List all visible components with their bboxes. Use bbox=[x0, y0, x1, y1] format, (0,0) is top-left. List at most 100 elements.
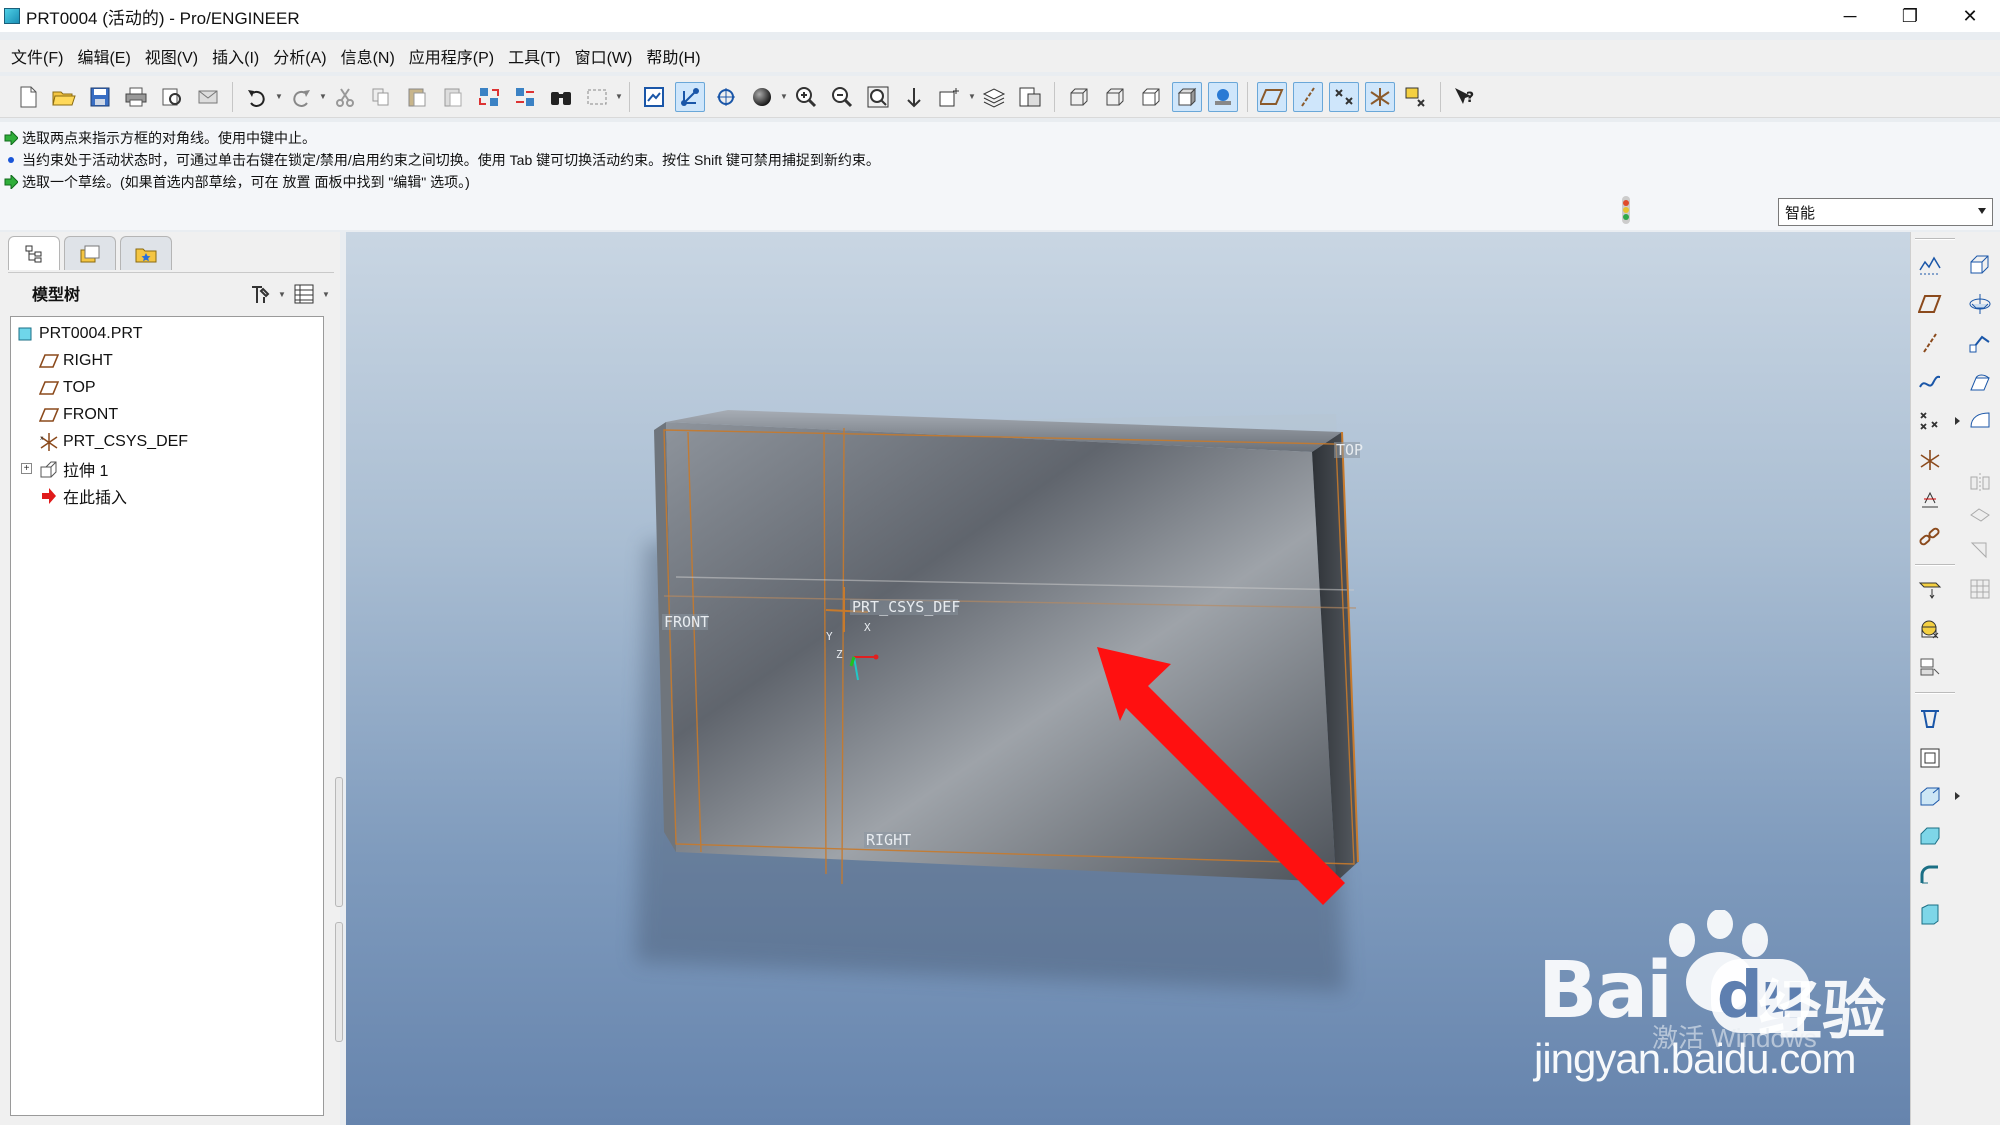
layers-icon[interactable] bbox=[979, 82, 1009, 112]
tab-model-tree[interactable] bbox=[8, 236, 60, 270]
repaint-icon[interactable] bbox=[639, 82, 669, 112]
tab-favorites[interactable] bbox=[120, 236, 172, 270]
tree-settings-dropdown-icon[interactable]: ▼ bbox=[278, 282, 286, 306]
send-mail-icon[interactable] bbox=[193, 82, 223, 112]
reorient-icon[interactable] bbox=[899, 82, 929, 112]
orient-mode-icon[interactable] bbox=[711, 82, 741, 112]
chain-tool-icon[interactable] bbox=[1915, 522, 1945, 552]
regeneration-manager-icon[interactable] bbox=[510, 82, 540, 112]
thicken-tool-icon[interactable] bbox=[1915, 743, 1945, 773]
zoom-out-icon[interactable] bbox=[827, 82, 857, 112]
blend-tool-icon[interactable] bbox=[1965, 367, 1995, 397]
view-manager-icon[interactable] bbox=[1015, 82, 1045, 112]
merge-tool-icon[interactable] bbox=[1965, 502, 1995, 532]
undo-icon[interactable] bbox=[242, 82, 272, 112]
tree-item[interactable]: x PRT_CSYS_DEF bbox=[39, 429, 188, 455]
tree-settings-icon[interactable] bbox=[245, 279, 275, 309]
menu-window[interactable]: 窗口(W) bbox=[568, 44, 640, 68]
panel-splitter-handle[interactable] bbox=[335, 922, 343, 1042]
copy-icon[interactable] bbox=[366, 82, 396, 112]
tree-columns-icon[interactable] bbox=[289, 279, 319, 309]
shading-icon[interactable] bbox=[1172, 81, 1202, 112]
selection-filter-select[interactable]: 智能 bbox=[1778, 198, 1993, 226]
saved-views-icon[interactable] bbox=[935, 82, 965, 112]
graphics-viewport[interactable]: TOP FRONT RIGHT PRT_CSYS_DEF X Y Z bbox=[346, 232, 1910, 1125]
close-button[interactable]: ✕ bbox=[1940, 0, 2000, 32]
menu-tools[interactable]: 工具(T) bbox=[501, 44, 567, 68]
round-tool-flyout-icon[interactable] bbox=[1955, 792, 1960, 800]
tree-columns-dropdown-icon[interactable]: ▼ bbox=[322, 282, 330, 306]
datum-points-display-icon[interactable] bbox=[1329, 81, 1359, 112]
menu-view[interactable]: 视图(V) bbox=[138, 44, 205, 68]
draft-tool-icon[interactable] bbox=[1915, 704, 1945, 734]
extrude-tool-icon[interactable] bbox=[1965, 250, 1995, 280]
csys-display-icon[interactable] bbox=[1365, 81, 1395, 112]
rib-tool-icon[interactable] bbox=[1915, 652, 1945, 682]
no-hidden-icon[interactable] bbox=[1136, 82, 1166, 112]
analysis-feature-icon[interactable] bbox=[1915, 484, 1945, 514]
shading-dropdown-icon[interactable]: ▼ bbox=[780, 82, 788, 112]
enhanced-realism-icon[interactable] bbox=[1208, 81, 1238, 112]
tree-item[interactable]: 在此插入 bbox=[39, 483, 127, 509]
chamfer-tool-icon[interactable] bbox=[1915, 821, 1945, 851]
saved-views-dropdown-icon[interactable]: ▼ bbox=[968, 82, 976, 112]
save-icon[interactable] bbox=[85, 82, 115, 112]
paste-icon[interactable] bbox=[402, 82, 432, 112]
zoom-in-icon[interactable] bbox=[791, 82, 821, 112]
menu-analysis[interactable]: 分析(A) bbox=[266, 44, 333, 68]
sweep-tool-icon[interactable] bbox=[1965, 328, 1995, 358]
context-help-icon[interactable]: ? bbox=[1450, 82, 1480, 112]
csys-tool-icon[interactable] bbox=[1915, 445, 1945, 475]
point-tool-flyout-icon[interactable] bbox=[1955, 417, 1960, 425]
wireframe-icon[interactable] bbox=[1064, 82, 1094, 112]
find-binoculars-icon[interactable] bbox=[546, 82, 576, 112]
pattern-tool-icon[interactable] bbox=[1965, 574, 1995, 604]
regenerate-icon[interactable] bbox=[474, 82, 504, 112]
print-preview-icon[interactable] bbox=[157, 82, 187, 112]
datum-axes-display-icon[interactable] bbox=[1293, 81, 1323, 112]
tree-item[interactable]: RIGHT bbox=[39, 348, 113, 374]
shell-tool-icon[interactable] bbox=[1915, 614, 1945, 644]
restore-button[interactable]: ❐ bbox=[1880, 0, 1940, 32]
cut-icon[interactable] bbox=[330, 82, 360, 112]
tree-item[interactable]: 拉伸 1 bbox=[39, 456, 108, 482]
sketch-tool-icon[interactable] bbox=[1915, 250, 1945, 280]
spin-center-icon[interactable] bbox=[675, 81, 705, 112]
new-file-icon[interactable] bbox=[13, 82, 43, 112]
select-box-icon[interactable] bbox=[582, 82, 612, 112]
hidden-line-icon[interactable] bbox=[1100, 82, 1130, 112]
edge-chamfer-icon[interactable] bbox=[1915, 899, 1945, 929]
print-icon[interactable] bbox=[121, 82, 151, 112]
menu-help[interactable]: 帮助(H) bbox=[639, 44, 707, 68]
mirror-tool-icon[interactable] bbox=[1965, 468, 1995, 498]
edge-round-icon[interactable] bbox=[1915, 860, 1945, 890]
trim-tool-icon[interactable] bbox=[1965, 536, 1995, 566]
refit-icon[interactable] bbox=[863, 82, 893, 112]
panel-splitter-handle[interactable] bbox=[335, 777, 343, 907]
revolve-tool-icon[interactable] bbox=[1965, 289, 1995, 319]
open-folder-icon[interactable] bbox=[49, 82, 79, 112]
redo-dropdown-icon[interactable]: ▼ bbox=[319, 82, 327, 112]
datum-axis-tool-icon[interactable] bbox=[1915, 328, 1945, 358]
tab-layers[interactable] bbox=[64, 236, 116, 270]
annotation-display-icon[interactable] bbox=[1401, 82, 1431, 112]
datum-point-tool-icon[interactable] bbox=[1915, 406, 1945, 436]
paste-special-icon[interactable] bbox=[438, 82, 468, 112]
round-tool-icon[interactable] bbox=[1915, 782, 1945, 812]
menu-edit[interactable]: 编辑(E) bbox=[70, 44, 137, 68]
menu-insert[interactable]: 插入(I) bbox=[205, 44, 266, 68]
select-dropdown-icon[interactable]: ▼ bbox=[615, 82, 623, 112]
minimize-button[interactable]: ─ bbox=[1820, 0, 1880, 32]
menu-file[interactable]: 文件(F) bbox=[4, 44, 70, 68]
datum-planes-display-icon[interactable] bbox=[1257, 81, 1287, 112]
datum-plane-tool-icon[interactable] bbox=[1915, 289, 1945, 319]
boundary-blend-tool-icon[interactable] bbox=[1965, 406, 1995, 436]
tree-item[interactable]: TOP bbox=[39, 375, 96, 401]
menu-applications[interactable]: 应用程序(P) bbox=[402, 44, 501, 68]
datum-curve-tool-icon[interactable] bbox=[1915, 367, 1945, 397]
undo-dropdown-icon[interactable]: ▼ bbox=[275, 82, 283, 112]
hole-tool-icon[interactable] bbox=[1915, 574, 1945, 604]
menu-info[interactable]: 信息(N) bbox=[334, 44, 402, 68]
tree-item[interactable]: FRONT bbox=[39, 402, 118, 428]
expand-toggle-icon[interactable]: + bbox=[21, 463, 32, 474]
